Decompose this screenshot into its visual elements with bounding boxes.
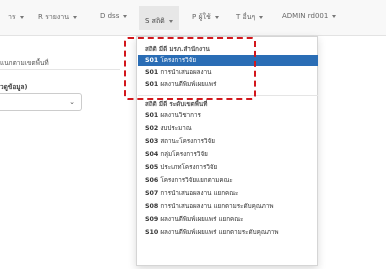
menu-item-publications[interactable]: S01 ผลงานตีพิมพ์เผยแพร่ [138, 79, 318, 90]
menu-item-s04-group[interactable]: S04 กลุ่มโครงการวิจัย [138, 149, 318, 160]
menu-item-code: S06 [145, 177, 159, 184]
nav-item-label: ADMIN rd001 [282, 12, 329, 20]
menu-item-research-projects[interactable]: S01 โครงการวิจัย [138, 55, 318, 66]
caret-down-icon [73, 16, 78, 19]
menu-item-text: การนำเสนอผลงาน แยกคณะ [160, 190, 239, 197]
menu-item-code: S09 [145, 216, 159, 223]
nav-item-label: P ผู้ใช้ [192, 13, 211, 21]
section-label: แนกตามเขตพื้นที่ [0, 59, 49, 67]
top-navbar: าร R รายงาน D dss S สถิติ P ผู้ใช้ T อื่… [0, 0, 386, 36]
menu-item-code: S01 [145, 69, 159, 76]
menu-item-code: S03 [145, 138, 159, 145]
menu-item-code: S04 [145, 151, 159, 158]
menu-item-code: S08 [145, 203, 159, 210]
chevron-down-icon: ⌄ [69, 98, 75, 106]
nav-item-label: D dss [100, 12, 120, 20]
menu-item-text: สถานะโครงการวิจัย [160, 138, 215, 145]
menu-item-code: S07 [145, 190, 159, 197]
menu-item-text: โครงการวิจัย [160, 57, 197, 64]
caret-down-icon [123, 14, 128, 18]
menu-item-s09-publication-faculty[interactable]: S09 ผลงานตีพิมพ์เผยแพร่ แยกคณะ [138, 214, 318, 225]
menu-divider [138, 95, 318, 96]
nav-item-others[interactable]: T อื่นๆ [236, 12, 264, 23]
nav-item-dss[interactable]: D dss [100, 12, 128, 20]
menu-item-code: S02 [145, 125, 159, 132]
nav-item-admin[interactable]: ADMIN rd001 [282, 12, 337, 20]
menu-item-s05-type[interactable]: S05 ประเภทโครงการวิจัย [138, 162, 318, 173]
menu-item-text: กลุ่มโครงการวิจัย [160, 151, 208, 158]
nav-item-label: T อื่นๆ [236, 13, 256, 21]
menu-item-s02-budget[interactable]: S02 งบประมาณ [138, 123, 318, 134]
nav-item-users[interactable]: P ผู้ใช้ [192, 12, 219, 23]
menu-item-text: ผลงานตีพิมพ์เผยแพร่ แยกคณะ [160, 216, 244, 223]
menu-item-text: ผลงานตีพิมพ์เผยแพร่ [160, 81, 217, 88]
caret-down-icon [214, 16, 219, 19]
menu-item-s08-presentation-quality[interactable]: S08 การนำเสนอผลงาน แยกตามระดับคุณภาพ [138, 201, 318, 212]
menu-item-s07-presentation-faculty[interactable]: S07 การนำเสนอผลงาน แยกคณะ [138, 188, 318, 199]
field-label: วดูข้อมูล) [0, 83, 28, 91]
filter-select[interactable]: ⌄ [0, 93, 82, 111]
menu-item-s06-by-faculty[interactable]: S06 โครงการวิจัยแยกตามคณะ [138, 175, 318, 186]
nav-item-label: R รายงาน [38, 13, 70, 21]
menu-item-presentations[interactable]: S01 การนำเสนอผลงาน [138, 67, 318, 78]
menu-item-text: งบประมาณ [160, 125, 192, 132]
menu-item-text: ผลงานวิชาการ [160, 112, 201, 119]
nav-item-label: S สถิติ [145, 16, 165, 25]
menu-item-text: โครงการวิจัยแยกตามคณะ [160, 177, 233, 184]
caret-down-icon [168, 19, 173, 23]
section-divider [0, 69, 120, 70]
menu-item-text: ผลงานตีพิมพ์เผยแพร่ แยกตามระดับคุณภาพ [160, 229, 279, 236]
menu-item-text: การนำเสนอผลงาน [160, 69, 212, 76]
menu-item-code: S01 [145, 81, 159, 88]
menu-item-code: S01 [145, 112, 159, 119]
menu-item-code: S05 [145, 164, 159, 171]
caret-down-icon [259, 16, 264, 19]
nav-item-0[interactable]: าร [8, 12, 24, 23]
nav-item-statistics[interactable]: S สถิติ [139, 6, 179, 30]
menu-item-s01-academic[interactable]: S01 ผลงานวิชาการ [138, 110, 318, 121]
menu-item-code: S10 [145, 229, 159, 236]
menu-item-text: การนำเสนอผลงาน แยกตามระดับคุณภาพ [160, 203, 274, 210]
menu-item-s03-status[interactable]: S03 สถานะโครงการวิจัย [138, 136, 318, 147]
menu-item-text: ประเภทโครงการวิจัย [160, 164, 218, 171]
caret-down-icon [19, 16, 24, 19]
group-header-office: สถิติ มีดี มรภ.สำนักงาน [145, 46, 210, 53]
nav-item-reports[interactable]: R รายงาน [38, 12, 78, 23]
group-header-area: สถิติ มีดี ระดับเขตพื้นที่ [145, 101, 208, 108]
caret-down-icon [332, 14, 337, 18]
menu-item-code: S01 [145, 57, 159, 64]
nav-item-label: าร [8, 13, 16, 21]
statistics-dropdown-menu: สถิติ มีดี มรภ.สำนักงาน S01 โครงการวิจัย… [136, 36, 318, 266]
menu-item-s10-publication-quality[interactable]: S10 ผลงานตีพิมพ์เผยแพร่ แยกตามระดับคุณภา… [138, 227, 318, 238]
